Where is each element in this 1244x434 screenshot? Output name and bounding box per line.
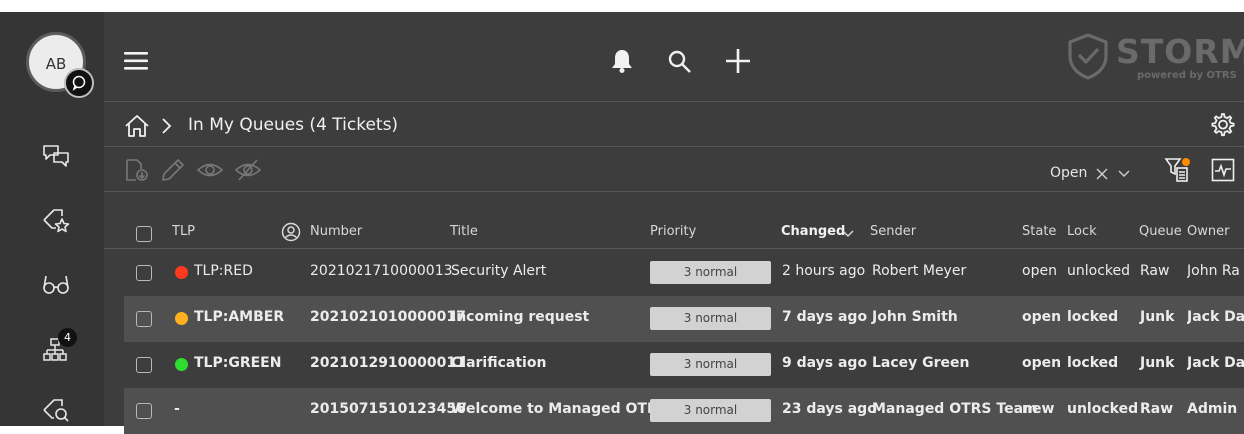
clear-filter-icon[interactable]	[1096, 168, 1108, 180]
ticket-lock: locked	[1067, 355, 1119, 371]
breadcrumb: In My Queues (4 Tickets)	[104, 103, 1244, 147]
col-header-tlp[interactable]: TLP	[172, 224, 195, 239]
ticket-sender: Lacey Green	[872, 355, 970, 371]
state-filter-value[interactable]: Open	[1050, 165, 1087, 181]
ticket-queue: Raw	[1140, 263, 1170, 279]
ticket-owner: Admin	[1187, 401, 1238, 417]
page-title: In My Queues (4 Tickets)	[188, 115, 399, 135]
ticket-state: open	[1022, 263, 1057, 279]
ticket-queue: Junk	[1140, 355, 1175, 371]
ticket-changed: 7 days ago	[782, 309, 868, 325]
ticket-state: open	[1022, 309, 1062, 325]
ticket-number[interactable]: 2015071510123456	[310, 401, 466, 417]
ticket-owner: Jack Da	[1187, 355, 1244, 371]
ticket-owner: Jack Da	[1187, 309, 1244, 325]
unwatch-eye-icon[interactable]	[234, 158, 262, 182]
tlp-dot	[175, 266, 188, 279]
edit-pencil-icon[interactable]	[160, 157, 186, 183]
ticket-lock: unlocked	[1067, 401, 1139, 417]
ticket-title[interactable]: Welcome to Managed OTRS!	[451, 401, 674, 417]
col-header-title[interactable]: Title	[450, 224, 478, 239]
ticket-state: new	[1022, 401, 1055, 417]
shield-check-logo-icon	[1066, 32, 1110, 80]
chat-bubble-icon[interactable]	[64, 68, 94, 98]
col-header-lock[interactable]: Lock	[1067, 224, 1097, 239]
row-checkbox[interactable]	[136, 265, 152, 281]
brand-tagline: powered by OTRS	[1137, 70, 1237, 81]
col-header-changed[interactable]: Changed	[781, 224, 845, 239]
table-header: TLP Number Title Priority Changed Sender…	[104, 217, 1244, 249]
move-ticket-icon[interactable]	[124, 157, 150, 183]
hamburger-menu-icon[interactable]	[124, 51, 150, 71]
ticket-sender: John Smith	[872, 309, 958, 325]
app-window: AB 4 STORM powered by OTRS In My Queues …	[0, 12, 1244, 434]
ticket-lock: unlocked	[1067, 263, 1131, 279]
select-all-checkbox[interactable]	[136, 226, 152, 242]
row-checkbox[interactable]	[136, 403, 152, 419]
col-header-sender[interactable]: Sender	[870, 224, 916, 239]
chat-icon[interactable]	[40, 140, 72, 172]
ticket-tlp: TLP:AMBER	[194, 309, 285, 325]
brand-name: STORM	[1116, 32, 1244, 71]
tickets-star-icon[interactable]	[40, 204, 72, 236]
ticket-sender: Robert Meyer	[872, 263, 967, 279]
ticket-owner: John Ra	[1187, 263, 1240, 279]
sort-chevron-down-icon[interactable]	[842, 230, 854, 238]
priority-badge: 3 normal	[650, 399, 771, 422]
row-checkbox[interactable]	[136, 311, 152, 327]
col-header-number[interactable]: Number	[310, 224, 362, 239]
ticket-tlp: -	[174, 401, 180, 417]
ticket-search-icon[interactable]	[40, 394, 72, 426]
bell-icon[interactable]	[610, 48, 634, 74]
ticket-changed: 9 days ago	[782, 355, 868, 371]
row-checkbox[interactable]	[136, 357, 152, 373]
plus-icon[interactable]	[724, 47, 752, 75]
top-bar: STORM powered by OTRS	[104, 12, 1244, 102]
ticket-tlp: TLP:RED	[194, 263, 253, 279]
watch-eye-icon[interactable]	[196, 159, 224, 181]
priority-badge: 3 normal	[650, 353, 771, 376]
col-header-queue[interactable]: Queue	[1139, 224, 1182, 239]
priority-badge: 3 normal	[650, 307, 771, 330]
priority-badge: 3 normal	[650, 261, 771, 284]
ticket-queue: Junk	[1140, 309, 1175, 325]
col-header-owner[interactable]: Owner	[1187, 224, 1229, 239]
ticket-toolbar: Open	[104, 148, 1244, 192]
filter-settings-icon[interactable]	[1164, 156, 1194, 184]
col-header-state[interactable]: State	[1022, 224, 1056, 239]
main-panel: STORM powered by OTRS In My Queues (4 Ti…	[104, 12, 1244, 434]
table-row[interactable]: TLP:GREEN 2021012910000011 Clarification…	[124, 342, 1244, 388]
ticket-title[interactable]: Clarification	[451, 355, 546, 371]
ticket-number[interactable]: 2021012910000011	[310, 355, 466, 371]
ticket-sender: Managed OTRS Team	[872, 401, 1038, 417]
ticket-changed: 23 days ago	[782, 401, 877, 417]
search-icon[interactable]	[667, 49, 693, 75]
ticket-tlp: TLP:GREEN	[194, 355, 282, 371]
col-header-priority[interactable]: Priority	[650, 224, 696, 239]
user-circle-icon	[281, 222, 301, 242]
ticket-lock: locked	[1067, 309, 1119, 325]
table-row[interactable]: TLP:AMBER 2021021010000017 Incoming requ…	[124, 296, 1244, 342]
home-icon[interactable]	[124, 114, 150, 138]
tlp-dot	[175, 358, 188, 371]
ticket-state: open	[1022, 355, 1062, 371]
ticket-number[interactable]: 2021021710000013	[310, 263, 453, 279]
queue-count-badge: 4	[58, 328, 77, 347]
glasses-icon[interactable]	[40, 268, 72, 300]
ticket-title[interactable]: Incoming request	[451, 309, 589, 325]
table-row[interactable]: - 2015071510123456 Welcome to Managed OT…	[124, 388, 1244, 434]
tlp-dot	[175, 312, 188, 325]
ticket-title[interactable]: Security Alert	[451, 263, 546, 279]
ticket-changed: 2 hours ago	[782, 263, 866, 279]
stats-chart-icon[interactable]	[1211, 158, 1235, 182]
gear-icon[interactable]	[1209, 112, 1235, 138]
chevron-down-icon[interactable]	[1118, 169, 1130, 179]
sidebar: AB 4	[0, 12, 104, 426]
ticket-number[interactable]: 2021021010000017	[310, 309, 466, 325]
chevron-right-icon	[160, 117, 172, 135]
table-row[interactable]: TLP:RED 2021021710000013 Security Alert …	[124, 250, 1244, 296]
ticket-queue: Raw	[1140, 401, 1174, 417]
